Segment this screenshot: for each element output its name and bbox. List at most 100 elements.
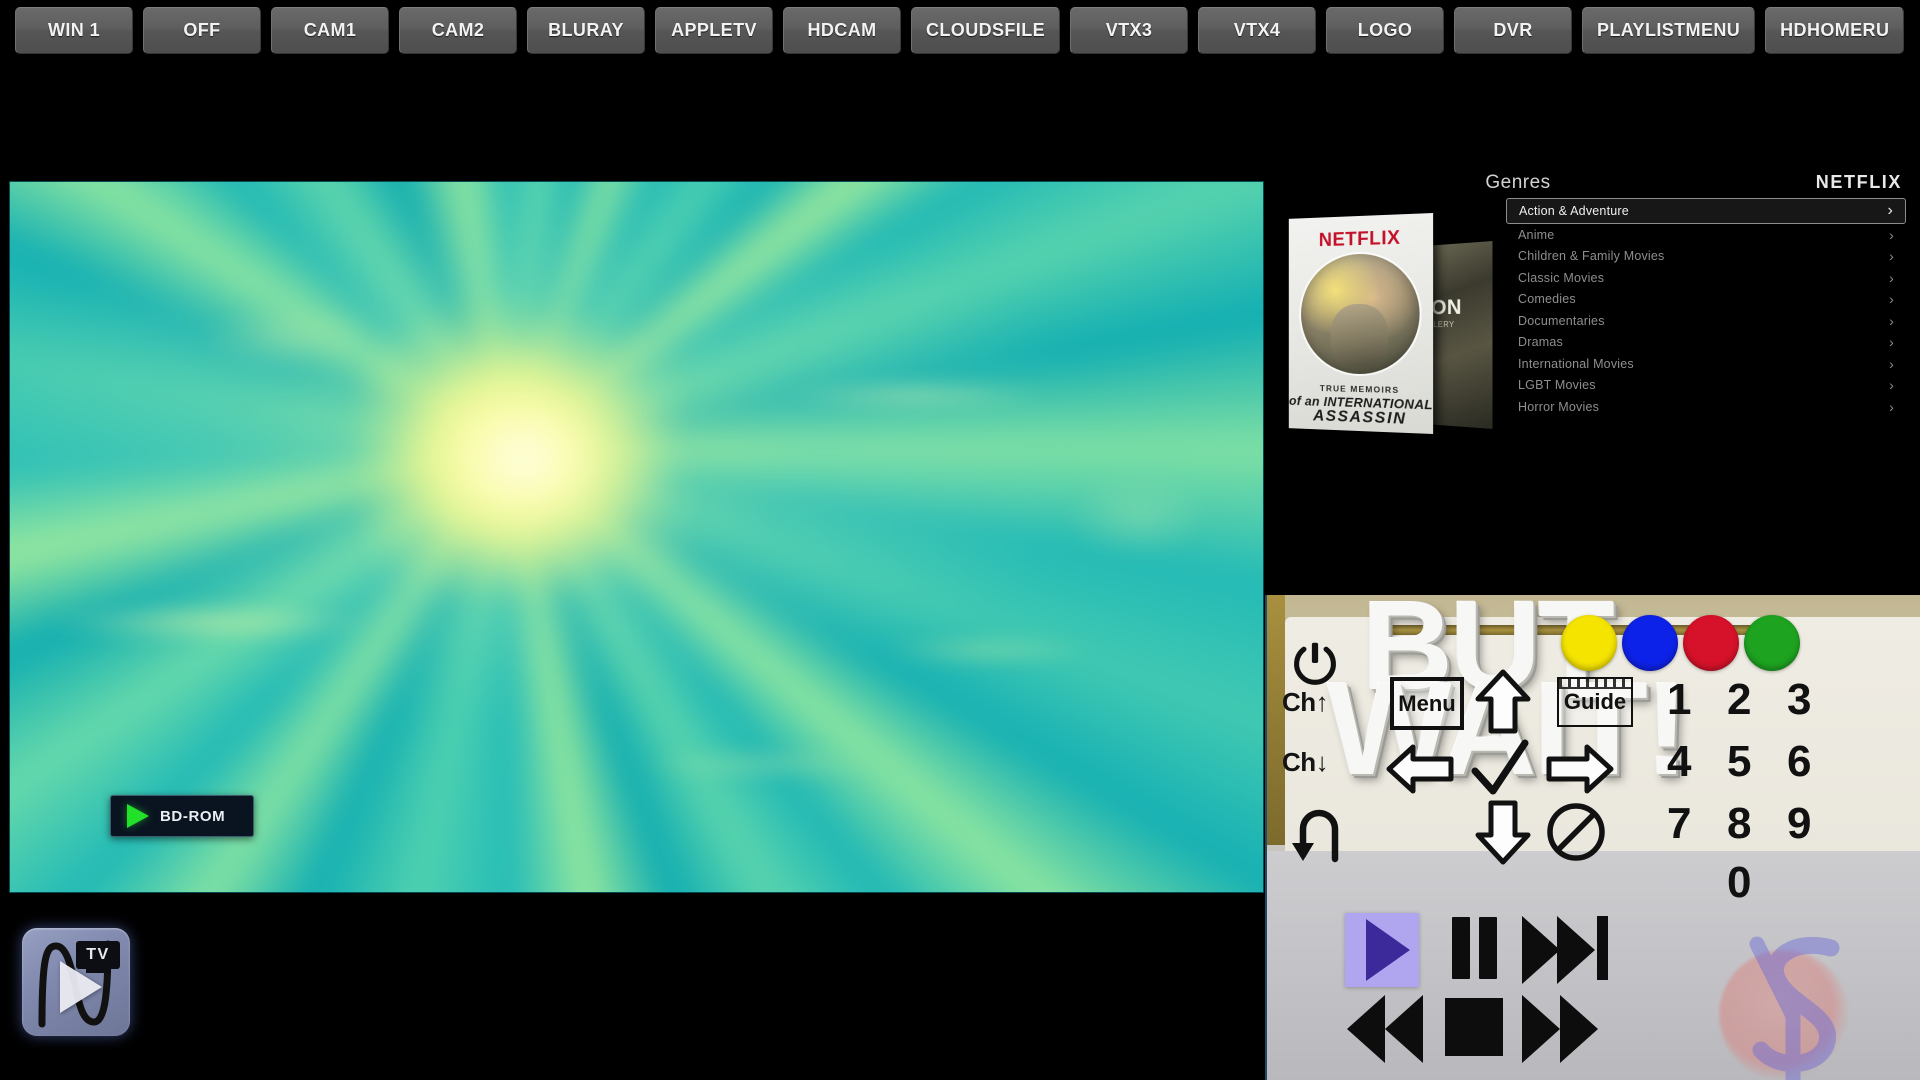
genre-item-dramas[interactable]: Dramas ›: [1506, 332, 1906, 354]
genre-item-anime[interactable]: Anime ›: [1506, 224, 1906, 246]
number-key-0[interactable]: 0: [1727, 858, 1751, 908]
remote-controls: Ch↑ Ch↓ Menu Guide 1 2 3 4 5 6 7 8 9 0: [1267, 595, 1920, 1080]
arrow-up-outline-icon[interactable]: [1475, 669, 1531, 735]
poster-carousel: OON GALLERY NETFLIX TRUE MEMOIRS of an I…: [1278, 196, 1508, 456]
toolbar-button-off[interactable]: OFF: [143, 6, 261, 54]
genre-item-label: Children & Family Movies: [1518, 249, 1665, 264]
chevron-right-icon: ›: [1889, 398, 1894, 415]
watermark-s-glyph-icon: [1749, 936, 1840, 1080]
stop-icon[interactable]: [1445, 998, 1503, 1056]
genre-item-label: Classic Movies: [1518, 270, 1605, 285]
video-player-pane[interactable]: [10, 182, 1263, 892]
number-key-5[interactable]: 5: [1727, 737, 1751, 787]
checkmark-icon[interactable]: [1465, 737, 1533, 799]
virtual-remote-panel: BUT WAIT! Ch↑ Ch↓ Menu Guide: [1265, 595, 1920, 1080]
chevron-right-icon: ›: [1889, 248, 1894, 265]
poster-artwork: [1301, 252, 1420, 376]
chevron-right-icon: ›: [1889, 269, 1894, 286]
genre-item-label: Comedies: [1518, 292, 1576, 307]
toolbar-button-hdcam[interactable]: HDCAM: [783, 6, 901, 54]
genre-item-label: Anime: [1518, 227, 1555, 242]
no-entry-icon[interactable]: [1545, 801, 1607, 863]
toolbar-button-dvr[interactable]: DVR: [1454, 6, 1572, 54]
rewind-icon[interactable]: [1347, 995, 1385, 1063]
number-key-2[interactable]: 2: [1727, 675, 1751, 725]
toolbar-button-appletv[interactable]: APPLETV: [655, 6, 773, 54]
control-toolbar: WIN 1 OFF CAM1 CAM2 BLURAY APPLETV HDCAM CLOUDS…: [0, 0, 1920, 60]
genre-list: Action & Adventure › Anime › Children & Fami…: [1506, 198, 1906, 418]
genre-item-international-movies[interactable]: International Movies ›: [1506, 353, 1906, 375]
genre-item-label: LGBT Movies: [1518, 378, 1596, 393]
play-icon: [60, 961, 102, 1013]
chevron-right-icon: ›: [1889, 226, 1894, 243]
chevron-right-icon: ›: [1889, 334, 1894, 351]
genre-item-children-family-movies[interactable]: Children & Family Movies ›: [1506, 246, 1906, 268]
skip-forward-icon[interactable]: [1522, 916, 1560, 984]
genre-item-action-adventure[interactable]: Action & Adventure ›: [1506, 198, 1906, 224]
toolbar-button-cam1[interactable]: CAM1: [271, 6, 389, 54]
red-button[interactable]: [1683, 615, 1739, 671]
yellow-button[interactable]: [1561, 615, 1617, 671]
play-button[interactable]: [1345, 913, 1419, 987]
toolbar-button-hdhomeru[interactable]: HDHOMERU: [1765, 6, 1905, 54]
number-key-1[interactable]: 1: [1667, 675, 1691, 725]
number-key-8[interactable]: 8: [1727, 799, 1751, 849]
bd-rom-label: BD-ROM: [160, 807, 226, 825]
genre-item-horror-movies[interactable]: Horror Movies ›: [1506, 396, 1906, 418]
netflix-brand-logo: NETFLIX: [1815, 172, 1902, 192]
fast-forward-icon[interactable]: [1522, 995, 1560, 1063]
number-key-4[interactable]: 4: [1667, 737, 1691, 787]
menu-button[interactable]: Menu: [1390, 677, 1464, 730]
genre-item-label: Action & Adventure: [1519, 204, 1629, 218]
pause-icon[interactable]: [1452, 917, 1470, 979]
number-key-3[interactable]: 3: [1787, 675, 1811, 725]
blue-button[interactable]: [1622, 615, 1678, 671]
genre-item-classic-movies[interactable]: Classic Movies ›: [1506, 267, 1906, 289]
play-triangle-icon: [127, 804, 149, 828]
movie-poster-primary[interactable]: NETFLIX TRUE MEMOIRS of an INTERNATIONAL…: [1288, 212, 1434, 435]
video-light-streaks: [10, 182, 1263, 892]
toolbar-button-bluray[interactable]: BLURAY: [527, 6, 645, 54]
genre-item-comedies[interactable]: Comedies ›: [1506, 289, 1906, 311]
channel-down-label[interactable]: Ch↓: [1282, 747, 1329, 778]
netflix-genres-panel: Genres NETFLIX OON GALLERY NETFLIX TRUE …: [1278, 160, 1920, 580]
skip-forward-icon-2: [1557, 916, 1595, 984]
toolbar-button-logo[interactable]: LOGO: [1326, 6, 1444, 54]
bd-rom-status-badge: BD-ROM: [110, 795, 254, 837]
number-key-6[interactable]: 6: [1787, 737, 1811, 787]
toolbar-button-vtx3[interactable]: VTX3: [1070, 6, 1188, 54]
genre-item-label: International Movies: [1518, 356, 1634, 371]
genre-item-label: Dramas: [1518, 335, 1563, 350]
chevron-right-icon: ›: [1887, 202, 1893, 219]
toolbar-button-cloudsfile[interactable]: CLOUDSFILE: [911, 6, 1060, 54]
toolbar-button-playlistmenu[interactable]: PLAYLISTMENU: [1582, 6, 1756, 54]
chevron-right-icon: ›: [1889, 377, 1894, 394]
return-arrow-icon[interactable]: [1287, 803, 1351, 867]
arrow-down-outline-icon[interactable]: [1475, 799, 1531, 865]
chevron-right-icon: ›: [1889, 291, 1894, 308]
power-icon[interactable]: [1292, 640, 1338, 686]
poster-netflix-logo: NETFLIX: [1318, 227, 1401, 252]
app-root: WIN 1 OFF CAM1 CAM2 BLURAY APPLETV HDCAM CLOUDS…: [0, 0, 1920, 1080]
chevron-right-icon: ›: [1889, 355, 1894, 372]
genre-item-lgbt-movies[interactable]: LGBT Movies ›: [1506, 375, 1906, 397]
guide-button[interactable]: Guide: [1557, 677, 1633, 727]
arrow-right-outline-icon[interactable]: [1545, 743, 1615, 795]
channel-up-label[interactable]: Ch↑: [1282, 687, 1329, 718]
arrow-left-outline-icon[interactable]: [1385, 743, 1455, 795]
number-key-9[interactable]: 9: [1787, 799, 1811, 849]
tv-app-icon[interactable]: TV: [22, 928, 130, 1036]
genres-header: Genres: [1485, 172, 1551, 193]
poster-title-line3: ASSASSIN: [1313, 407, 1407, 428]
rewind-icon-2: [1385, 995, 1423, 1063]
number-key-7[interactable]: 7: [1667, 799, 1691, 849]
toolbar-button-vtx4[interactable]: VTX4: [1198, 6, 1316, 54]
fast-forward-icon-2: [1560, 995, 1598, 1063]
genre-item-documentaries[interactable]: Documentaries ›: [1506, 310, 1906, 332]
toolbar-button-win-1[interactable]: WIN 1: [15, 6, 133, 54]
chevron-right-icon: ›: [1889, 312, 1894, 329]
toolbar-button-cam2[interactable]: CAM2: [399, 6, 517, 54]
green-button[interactable]: [1744, 615, 1800, 671]
pause-icon-bar2: [1479, 917, 1497, 979]
genre-item-label: Horror Movies: [1518, 399, 1600, 414]
